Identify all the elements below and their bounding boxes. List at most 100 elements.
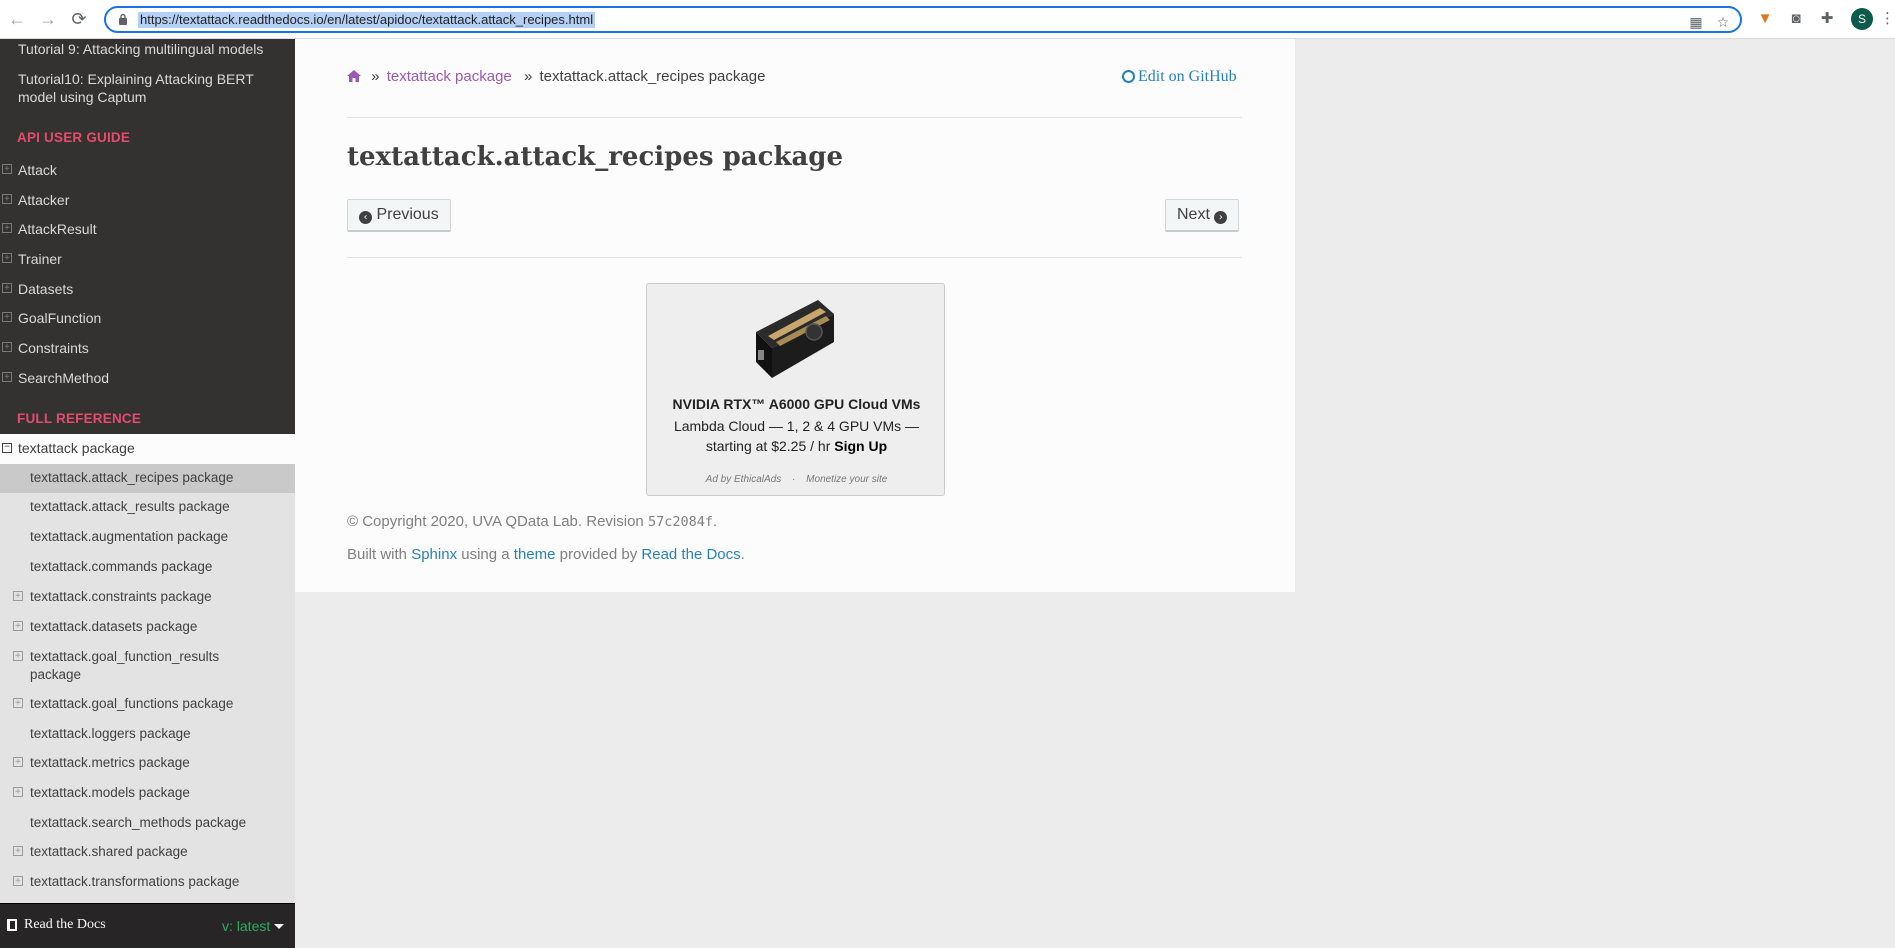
sidebar-item-attack[interactable]: Attack — [18, 161, 57, 179]
sphinx-link[interactable]: Sphinx — [411, 546, 457, 563]
revision-hash: 57c2084f — [647, 514, 713, 530]
breadcrumb-separator: » — [523, 68, 533, 85]
book-icon — [7, 919, 17, 931]
extensions-puzzle-icon[interactable]: ✚ — [1817, 9, 1837, 29]
expand-icon[interactable]: + — [2, 223, 12, 233]
sidebar-sub-item-attack-results[interactable]: textattack.attack_results package — [30, 498, 230, 516]
sidebar-item-attacker[interactable]: Attacker — [18, 191, 69, 209]
rtd-label: Read the Docs — [24, 917, 106, 932]
ad-sign-up-link[interactable]: Sign Up — [834, 438, 887, 454]
sidebar-item-textattack-package[interactable]: − textattack package — [0, 434, 295, 464]
expand-icon[interactable]: + — [13, 651, 23, 661]
forward-arrow-icon[interactable]: → — [37, 8, 59, 30]
edit-on-github-link[interactable]: Edit on GitHub — [1122, 68, 1237, 86]
expand-icon[interactable]: + — [2, 194, 12, 204]
collapse-icon[interactable]: − — [2, 443, 12, 453]
reload-icon[interactable]: ⟳ — [68, 8, 90, 30]
sidebar-nav: Tutorial 9: Attacking multilingual model… — [0, 39, 295, 948]
edit-on-github-label: Edit on GitHub — [1138, 68, 1237, 85]
expand-icon[interactable]: + — [13, 846, 23, 856]
sidebar-sub-item-shared[interactable]: textattack.shared package — [30, 843, 188, 861]
sidebar-item-datasets[interactable]: Datasets — [18, 280, 73, 298]
sidebar-item-attackresult[interactable]: AttackResult — [18, 220, 97, 238]
full-reference-caption: FULL REFERENCE — [17, 411, 142, 426]
rtd-version-switcher[interactable]: Read the Docs v: latest — [0, 903, 295, 948]
expand-icon[interactable]: + — [13, 621, 23, 631]
sidebar-sub-item-models[interactable]: textattack.models package — [30, 784, 190, 802]
copyright-end: . — [712, 513, 718, 530]
sidebar-item-searchmethod[interactable]: SearchMethod — [18, 369, 109, 387]
sidebar-sub-item-augmentation[interactable]: textattack.augmentation package — [30, 528, 228, 546]
using-a-text: using a — [461, 546, 510, 563]
ad-footer-dot: · — [792, 474, 796, 485]
read-the-docs-link[interactable]: Read the Docs — [641, 546, 740, 563]
sidebar-item-constraints[interactable]: Constraints — [18, 339, 89, 357]
breadcrumb-separator: » — [371, 68, 380, 85]
qr-code-icon[interactable]: ▦ — [1688, 14, 1704, 30]
lock-icon — [119, 13, 127, 25]
sidebar-sub-item-attack-recipes[interactable]: textattack.attack_recipes package — [30, 469, 233, 487]
ethical-ad[interactable]: NVIDIA RTX™ A6000 GPU Cloud VMs Lambda C… — [646, 283, 945, 496]
home-icon[interactable] — [347, 70, 361, 82]
profile-avatar[interactable]: S — [1851, 8, 1873, 30]
expand-icon[interactable]: + — [13, 698, 23, 708]
ad-footer: Ad by EthicalAds · Monetize your site — [647, 474, 946, 485]
expand-icon[interactable]: + — [2, 164, 12, 174]
next-button[interactable]: Next › — [1165, 199, 1240, 232]
ad-title[interactable]: NVIDIA RTX™ A6000 GPU Cloud VMs — [647, 396, 946, 412]
expand-icon[interactable]: + — [2, 342, 12, 352]
monetize-site-link[interactable]: Monetize your site — [806, 474, 887, 485]
expand-icon[interactable]: + — [2, 253, 12, 263]
expand-icon[interactable]: + — [13, 876, 23, 886]
ad-body[interactable]: Lambda Cloud — 1, 2 & 4 GPU VMs — starti… — [667, 416, 926, 456]
main-content: » textattack package » textattack.attack… — [295, 39, 1295, 592]
previous-button[interactable]: ‹ Previous — [347, 199, 451, 232]
sidebar-sub-item-metrics[interactable]: textattack.metrics package — [30, 754, 190, 772]
sidebar-sub-item-loggers[interactable]: textattack.loggers package — [30, 725, 191, 743]
breadcrumb-current: textattack.attack_recipes package — [539, 68, 766, 85]
caret-down-icon — [274, 924, 284, 929]
built-with-text: Built with — [347, 546, 408, 563]
expand-icon[interactable]: + — [13, 787, 23, 797]
browser-menu-icon[interactable]: ⋮ — [1880, 9, 1895, 29]
copyright-text: © Copyright 2020, UVA QData Lab. Revisio… — [347, 513, 644, 530]
expand-icon[interactable]: + — [13, 757, 23, 767]
sidebar-sub-item-transformations[interactable]: textattack.transformations package — [30, 873, 239, 891]
address-bar[interactable]: https://textattack.readthedocs.io/en/lat… — [104, 6, 1742, 33]
expand-icon[interactable]: + — [13, 591, 23, 601]
expand-icon[interactable]: + — [2, 283, 12, 293]
sidebar-item-tutorial-9[interactable]: Tutorial 9: Attacking multilingual model… — [18, 40, 263, 58]
page-title: textattack.attack_recipes package — [347, 142, 844, 172]
expand-icon[interactable]: + — [2, 372, 12, 382]
divider — [347, 257, 1242, 258]
copyright: © Copyright 2020, UVA QData Lab. Revisio… — [347, 513, 717, 530]
next-button-label: Next — [1177, 206, 1210, 223]
ad-by-ethicalads-link[interactable]: Ad by EthicalAds — [706, 474, 782, 485]
built-with: Built with Sphinx using a theme provided… — [347, 546, 745, 563]
sidebar-sub-item-constraints[interactable]: textattack.constraints package — [30, 588, 212, 606]
arrow-circle-right-icon: › — [1214, 211, 1228, 224]
divider — [347, 117, 1242, 118]
expand-icon[interactable]: + — [2, 312, 12, 322]
sidebar-sub-item-commands[interactable]: textattack.commands package — [30, 558, 212, 576]
metamask-fox-icon[interactable]: ▼ — [1755, 9, 1775, 29]
sidebar-item-goalfunction[interactable]: GoalFunction — [18, 309, 101, 327]
url-text[interactable]: https://textattack.readthedocs.io/en/lat… — [138, 12, 596, 28]
sidebar-item-tutorial-10[interactable]: Tutorial10: Explaining Attacking BERT mo… — [18, 70, 268, 106]
sidebar-item-label: textattack package — [18, 440, 135, 456]
theme-link[interactable]: theme — [514, 546, 556, 563]
browser-toolbar: ← → ⟳ https://textattack.readthedocs.io/… — [0, 0, 1895, 39]
sidebar-sub-item-datasets[interactable]: textattack.datasets package — [30, 618, 197, 636]
back-arrow-icon[interactable]: ← — [6, 8, 28, 30]
bookmark-star-icon[interactable]: ☆ — [1715, 14, 1731, 30]
sidebar-item-trainer[interactable]: Trainer — [18, 250, 62, 268]
sidebar-sub-item-goal-functions[interactable]: textattack.goal_functions package — [30, 695, 233, 713]
sidebar-sub-item-goal-function-results[interactable]: textattack.goal_function_results package — [30, 648, 250, 684]
api-user-guide-caption: API USER GUIDE — [17, 130, 131, 145]
camera-icon[interactable]: ◙ — [1786, 9, 1806, 29]
sidebar-sub-item-search-methods[interactable]: textattack.search_methods package — [30, 814, 246, 832]
breadcrumb-parent-link[interactable]: textattack package — [387, 68, 512, 85]
provided-by-text: provided by — [559, 546, 638, 563]
gpu-card-image[interactable] — [748, 292, 838, 382]
breadcrumb: » textattack package » textattack.attack… — [347, 68, 765, 85]
